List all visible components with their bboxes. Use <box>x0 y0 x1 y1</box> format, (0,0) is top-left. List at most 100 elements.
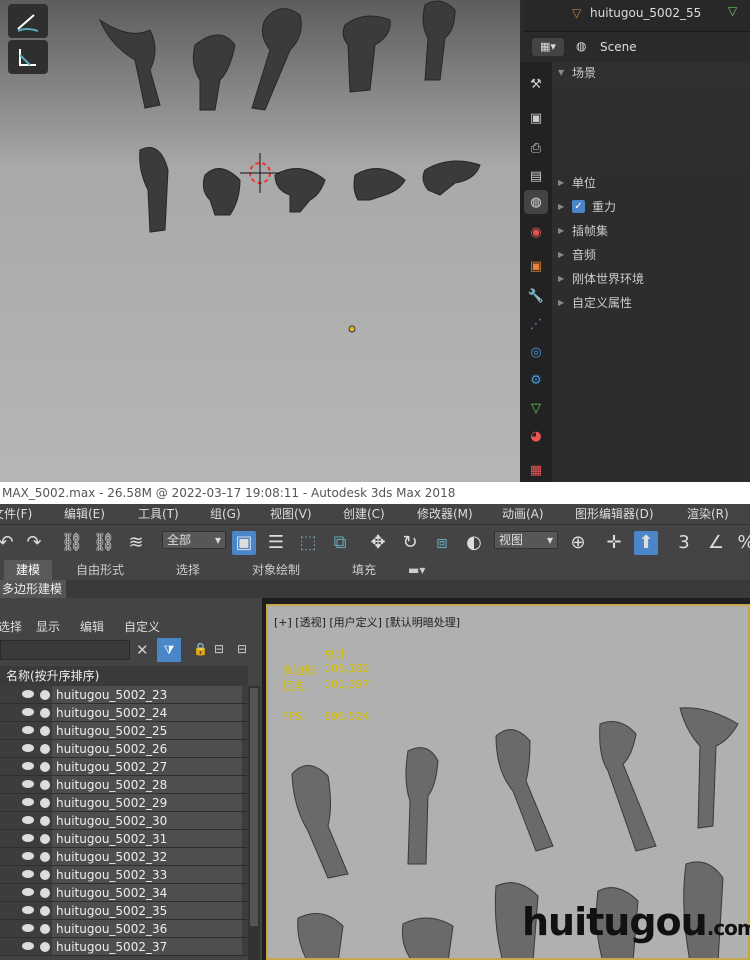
visibility-icon[interactable] <box>22 726 34 734</box>
freeze-icon[interactable] <box>40 888 50 898</box>
select-object-icon[interactable]: ▣ <box>232 531 256 555</box>
filter-icon[interactable]: ⧩ <box>157 638 181 662</box>
visibility-icon[interactable] <box>22 762 34 770</box>
pivot-icon[interactable]: ⊕ <box>566 531 590 555</box>
select-manipulate-icon[interactable]: ✛ <box>602 531 626 555</box>
data-tab-icon[interactable]: ▽ <box>524 396 548 420</box>
hierarchy-icon[interactable]: ⊟ <box>214 642 224 656</box>
table-row[interactable]: huitugou_5002_29 <box>0 794 248 812</box>
window-crossing-icon[interactable]: ⧉ <box>328 531 352 555</box>
outliner-item[interactable]: huitugou_5002_55 <box>590 6 701 20</box>
scene-tab-icon[interactable]: ◍ <box>524 190 548 214</box>
panel-custom-properties[interactable]: ▶ 自定义属性 <box>552 292 750 314</box>
lock-icon[interactable]: 🔒 <box>193 642 208 656</box>
freeze-icon[interactable] <box>40 852 50 862</box>
scene-menu-customize[interactable]: 自定义 <box>124 618 160 635</box>
table-row[interactable]: huitugou_5002_26 <box>0 740 248 758</box>
layer-icon[interactable]: ⊟ <box>237 642 247 656</box>
visibility-icon[interactable] <box>22 888 34 896</box>
menu-edit[interactable]: 编辑(E) <box>64 504 105 524</box>
undo-icon[interactable]: ↶ <box>0 531 18 555</box>
object-tab-icon[interactable]: ▣ <box>524 254 548 278</box>
bind-spacewarp-icon[interactable]: ≋ <box>124 531 148 555</box>
visibility-icon[interactable] <box>22 870 34 878</box>
modifier-tab-icon[interactable]: 🔧 <box>524 284 548 308</box>
ribbon-options-icon[interactable]: ▬▾ <box>408 560 425 580</box>
table-row[interactable]: huitugou_5002_36 <box>0 920 248 938</box>
tab-selection[interactable]: 选择 <box>176 560 200 580</box>
table-row[interactable]: huitugou_5002_24 <box>0 704 248 722</box>
freeze-icon[interactable] <box>40 942 50 952</box>
tab-freeform[interactable]: 自由形式 <box>76 560 124 580</box>
gravity-checkbox[interactable]: ✓ <box>572 200 585 213</box>
table-row[interactable]: huitugou_5002_32 <box>0 848 248 866</box>
blender-3d-viewport[interactable] <box>0 0 520 482</box>
panel-rigid-body-world[interactable]: ▶ 刚体世界环境 <box>552 268 750 290</box>
table-row[interactable]: huitugou_5002_35 <box>0 902 248 920</box>
reference-coord-dropdown[interactable]: 视图 ▾ <box>494 531 558 549</box>
selection-filter-dropdown[interactable]: 全部 ▾ <box>162 531 226 549</box>
panel-audio[interactable]: ▶ 音频 <box>552 244 750 266</box>
clear-search-icon[interactable]: ✕ <box>136 641 149 659</box>
output-tab-icon[interactable]: ⎙ <box>524 136 548 160</box>
move-icon[interactable]: ✥ <box>366 531 390 555</box>
freeze-icon[interactable] <box>40 798 50 808</box>
scene-menu-display[interactable]: 显示 <box>36 618 60 635</box>
texture-tab-icon[interactable]: ▦ <box>524 458 548 482</box>
table-row[interactable]: huitugou_5002_27 <box>0 758 248 776</box>
panel-keying-sets[interactable]: ▶ 插帧集 <box>552 220 750 242</box>
menu-modifiers[interactable]: 修改器(M) <box>417 504 473 524</box>
freeze-icon[interactable] <box>40 834 50 844</box>
percent-snap-icon[interactable]: % <box>734 531 750 555</box>
scene-menu-edit[interactable]: 编辑 <box>80 618 104 635</box>
view-layer-tab-icon[interactable]: ▤ <box>524 164 548 188</box>
freeze-icon[interactable] <box>40 690 50 700</box>
menu-file[interactable]: 文件(F) <box>0 504 32 524</box>
tab-populate[interactable]: 填充 <box>352 560 376 580</box>
freeze-icon[interactable] <box>40 708 50 718</box>
visibility-icon[interactable] <box>22 744 34 752</box>
visibility-icon[interactable] <box>22 906 34 914</box>
table-row[interactable]: huitugou_5002_25 <box>0 722 248 740</box>
redo-icon[interactable]: ↷ <box>22 531 46 555</box>
visibility-icon[interactable] <box>22 924 34 932</box>
table-row[interactable]: huitugou_5002_30 <box>0 812 248 830</box>
particles-tab-icon[interactable]: ⋰ <box>524 312 548 336</box>
menu-create[interactable]: 创建(C) <box>343 504 385 524</box>
menu-tools[interactable]: 工具(T) <box>138 504 179 524</box>
visibility-icon[interactable] <box>22 834 34 842</box>
snaps-toggle-icon[interactable]: 3 <box>672 531 696 555</box>
visibility-icon[interactable] <box>22 798 34 806</box>
menu-views[interactable]: 视图(V) <box>270 504 312 524</box>
visibility-icon[interactable] <box>22 942 34 950</box>
visibility-icon[interactable] <box>22 816 34 824</box>
panel-gravity[interactable]: ▶ ✓ 重力 <box>552 196 750 218</box>
tab-modeling[interactable]: 建模 <box>4 560 53 580</box>
visibility-icon[interactable] <box>22 780 34 788</box>
freeze-icon[interactable] <box>40 726 50 736</box>
table-row[interactable]: huitugou_5002_37 <box>0 938 248 956</box>
menu-graph-editors[interactable]: 图形编辑器(D) <box>575 504 654 524</box>
constraints-tab-icon[interactable]: ⚙ <box>524 368 548 392</box>
freeze-icon[interactable] <box>40 744 50 754</box>
table-row[interactable]: huitugou_5002_23 <box>0 686 248 704</box>
freeze-icon[interactable] <box>40 924 50 934</box>
visibility-icon[interactable] <box>22 708 34 716</box>
tool-tab-icon[interactable]: ⚒ <box>524 72 548 96</box>
table-row[interactable]: huitugou_5002_34 <box>0 884 248 902</box>
menu-group[interactable]: 组(G) <box>210 504 241 524</box>
material-tab-icon[interactable]: ◕ <box>524 424 548 448</box>
freeze-icon[interactable] <box>40 780 50 790</box>
table-row[interactable]: huitugou_5002_31 <box>0 830 248 848</box>
menu-rendering[interactable]: 渲染(R) <box>687 504 729 524</box>
rect-selection-icon[interactable]: ⬚ <box>296 531 320 555</box>
keyboard-shortcut-toggle-icon[interactable]: ⬆ <box>634 531 658 555</box>
polygon-modeling-tab[interactable]: 多边形建模 <box>0 580 67 598</box>
link-icon[interactable]: ⛓ <box>60 531 84 555</box>
table-row[interactable]: huitugou_5002_28 <box>0 776 248 794</box>
freeze-icon[interactable] <box>40 762 50 772</box>
visibility-icon[interactable] <box>22 690 34 698</box>
select-by-name-icon[interactable]: ☰ <box>264 531 288 555</box>
place-icon[interactable]: ◐ <box>462 531 486 555</box>
scene-menu-select[interactable]: 选择 <box>0 618 22 635</box>
